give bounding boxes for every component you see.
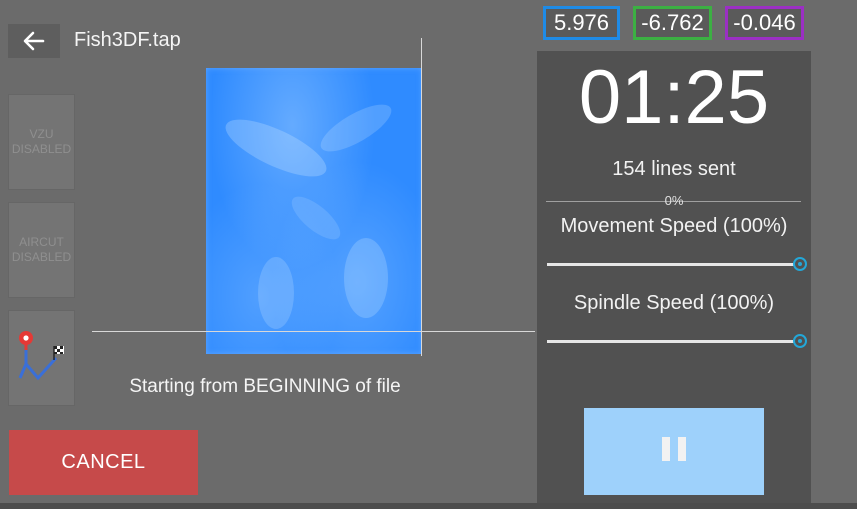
spindle-speed-thumb[interactable] xyxy=(793,334,807,348)
y-coordinate: -6.762 xyxy=(633,6,712,40)
progress-percent: 0% xyxy=(664,193,684,208)
x-coordinate: 5.976 xyxy=(543,6,620,40)
lines-sent-count: 154 lines sent xyxy=(612,158,736,180)
spindle-speed-slider[interactable] xyxy=(547,340,800,343)
fish-relief-image xyxy=(225,104,392,329)
movement-speed-label: Movement Speed (100%) xyxy=(560,215,788,237)
toolpath-preview xyxy=(206,68,422,354)
pause-icon xyxy=(658,437,690,466)
file-title: Fish3DF.tap xyxy=(74,29,181,51)
cancel-button[interactable]: CANCEL xyxy=(9,430,198,495)
preview-horizontal-guide xyxy=(92,331,535,332)
movement-speed-slider[interactable] xyxy=(547,263,800,266)
aircut-toggle-button[interactable]: AIRCUT DISABLED xyxy=(8,202,75,298)
movement-speed-thumb[interactable] xyxy=(793,257,807,271)
spindle-speed-label: Spindle Speed (100%) xyxy=(573,292,775,314)
preview-vertical-guide xyxy=(421,38,422,356)
back-button[interactable] xyxy=(8,24,60,58)
elapsed-timer: 01:25 xyxy=(578,55,770,140)
bottom-edge xyxy=(0,503,857,509)
arrow-left-icon xyxy=(23,31,45,51)
pause-button[interactable] xyxy=(584,408,764,495)
vzu-toggle-button[interactable]: VZU DISABLED xyxy=(8,94,75,190)
start-position-status: Starting from BEGINNING of file xyxy=(129,376,401,397)
z-coordinate: -0.046 xyxy=(725,6,804,40)
